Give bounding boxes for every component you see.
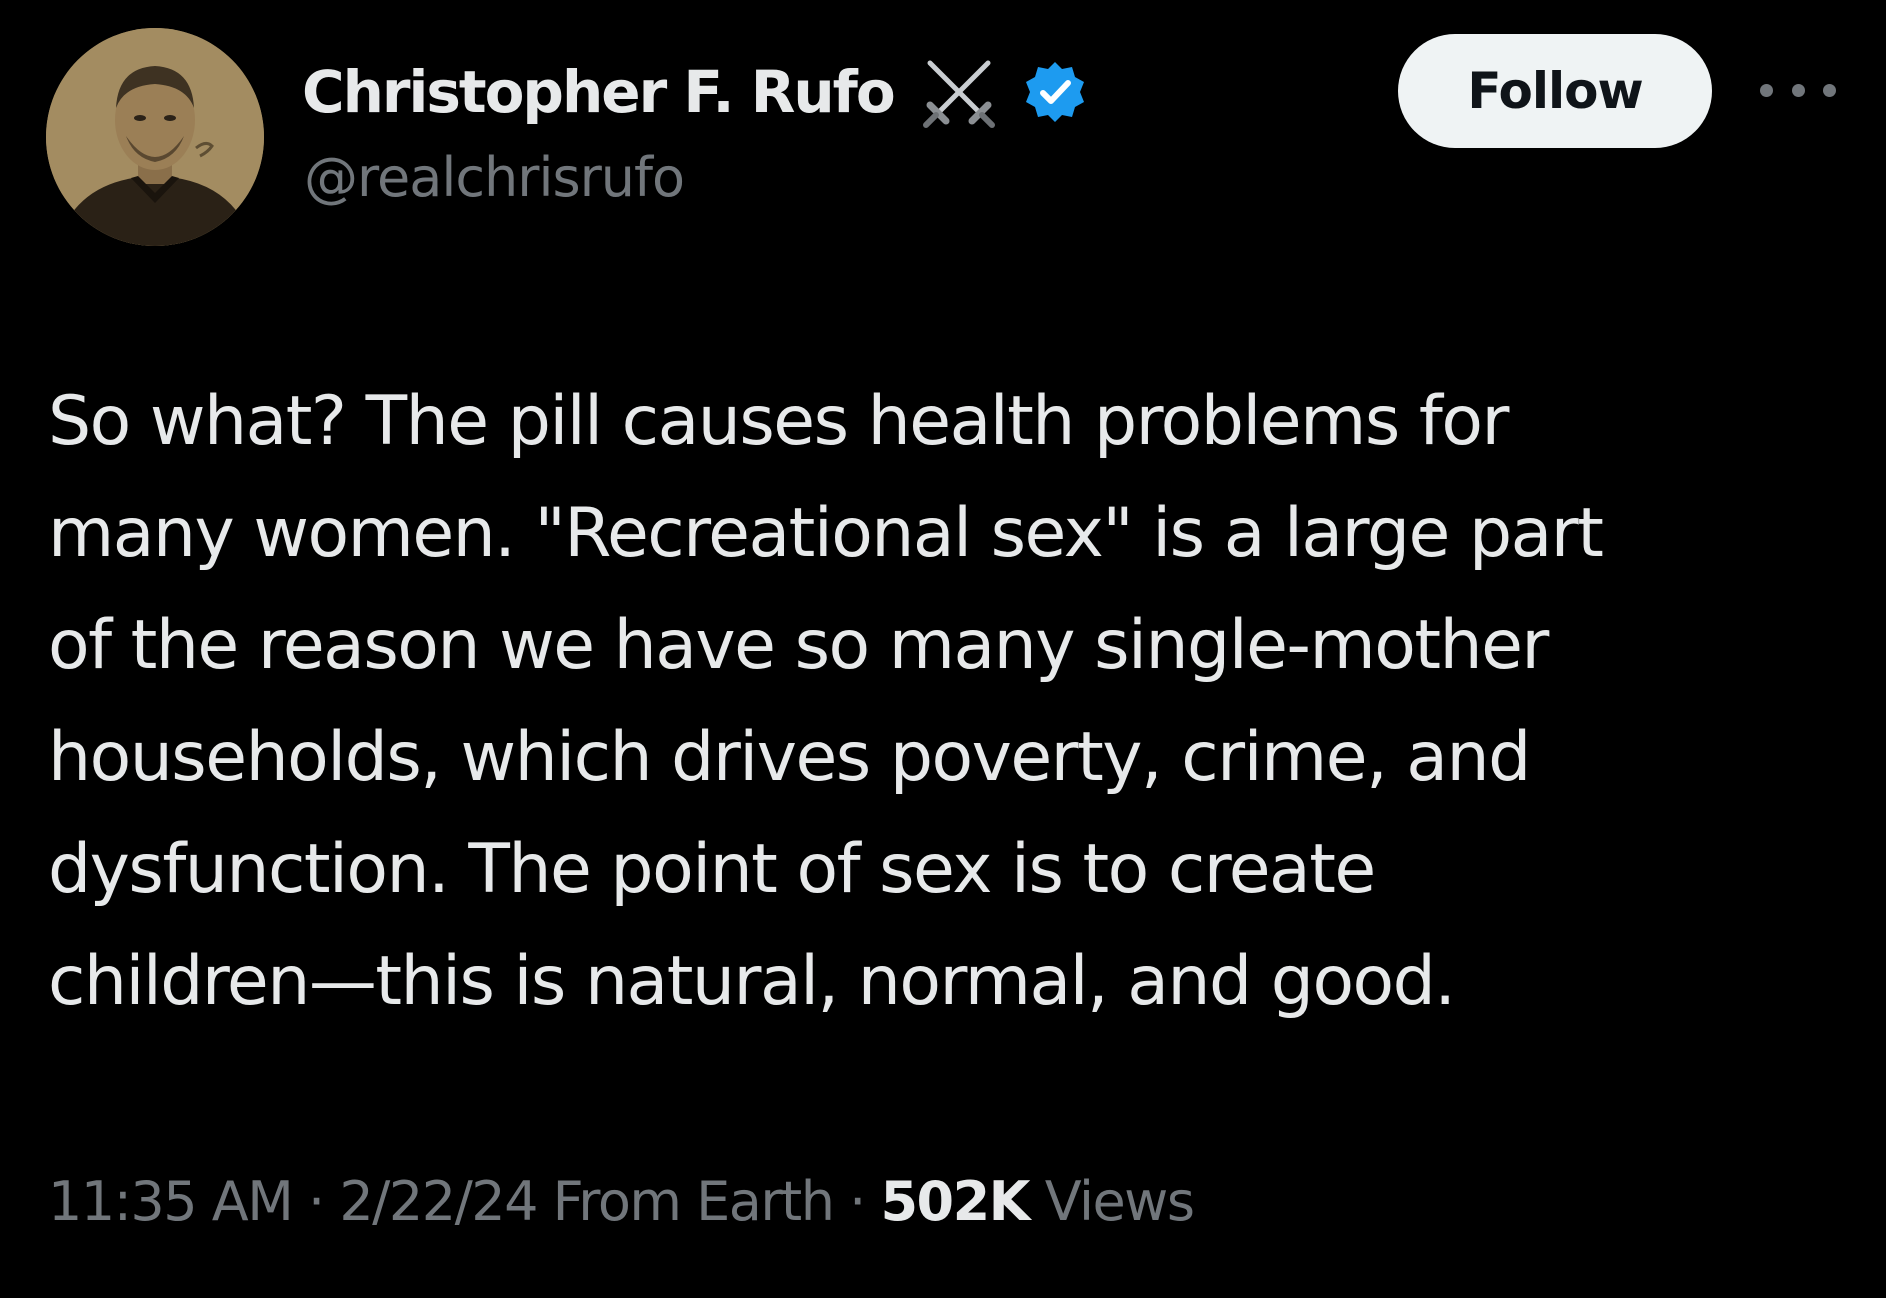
tweet-metadata: 11:35 AM · 2/22/24 From Earth · 502K Vie…: [48, 1170, 1195, 1233]
more-dot: [1823, 83, 1836, 97]
verified-badge-icon[interactable]: [1022, 59, 1088, 125]
views-label[interactable]: Views: [1045, 1170, 1195, 1233]
views-count[interactable]: 502K: [880, 1170, 1030, 1233]
tweet-text-line: children—this is natural, normal, and go…: [48, 942, 1456, 1021]
tweet-text-line: of the reason we have so many single-mot…: [48, 606, 1549, 685]
avatar[interactable]: [46, 28, 264, 246]
more-dot: [1760, 83, 1773, 97]
meta-separator: ·: [292, 1170, 340, 1233]
tweet-time[interactable]: 11:35 AM: [48, 1170, 294, 1233]
tweet-text-line: households, which drives poverty, crime,…: [48, 718, 1531, 797]
follow-button[interactable]: Follow: [1398, 34, 1712, 148]
author-name-row[interactable]: Christopher F. Rufo: [302, 52, 1088, 132]
author-handle[interactable]: @realchrisrufo: [304, 146, 685, 209]
tweet-text-line: dysfunction. The point of sex is to crea…: [48, 830, 1376, 909]
avatar-image: [46, 28, 264, 246]
meta-separator: ·: [833, 1170, 881, 1233]
tweet-text-line: So what? The pill causes health problems…: [48, 382, 1509, 461]
tweet-text: So what? The pill causes health problems…: [48, 366, 1848, 1038]
tweet-card: Christopher F. Rufo @realchrisrufo Follo…: [0, 0, 1886, 1298]
crossed-swords-icon: [916, 49, 1002, 135]
more-options-icon[interactable]: [1760, 70, 1836, 110]
author-display-name[interactable]: Christopher F. Rufo: [302, 58, 896, 126]
more-dot: [1791, 83, 1805, 97]
tweet-source: From Earth: [552, 1170, 835, 1233]
tweet-date[interactable]: 2/22/24: [339, 1170, 538, 1233]
tweet-text-line: many women. "Recreational sex" is a larg…: [48, 494, 1604, 573]
